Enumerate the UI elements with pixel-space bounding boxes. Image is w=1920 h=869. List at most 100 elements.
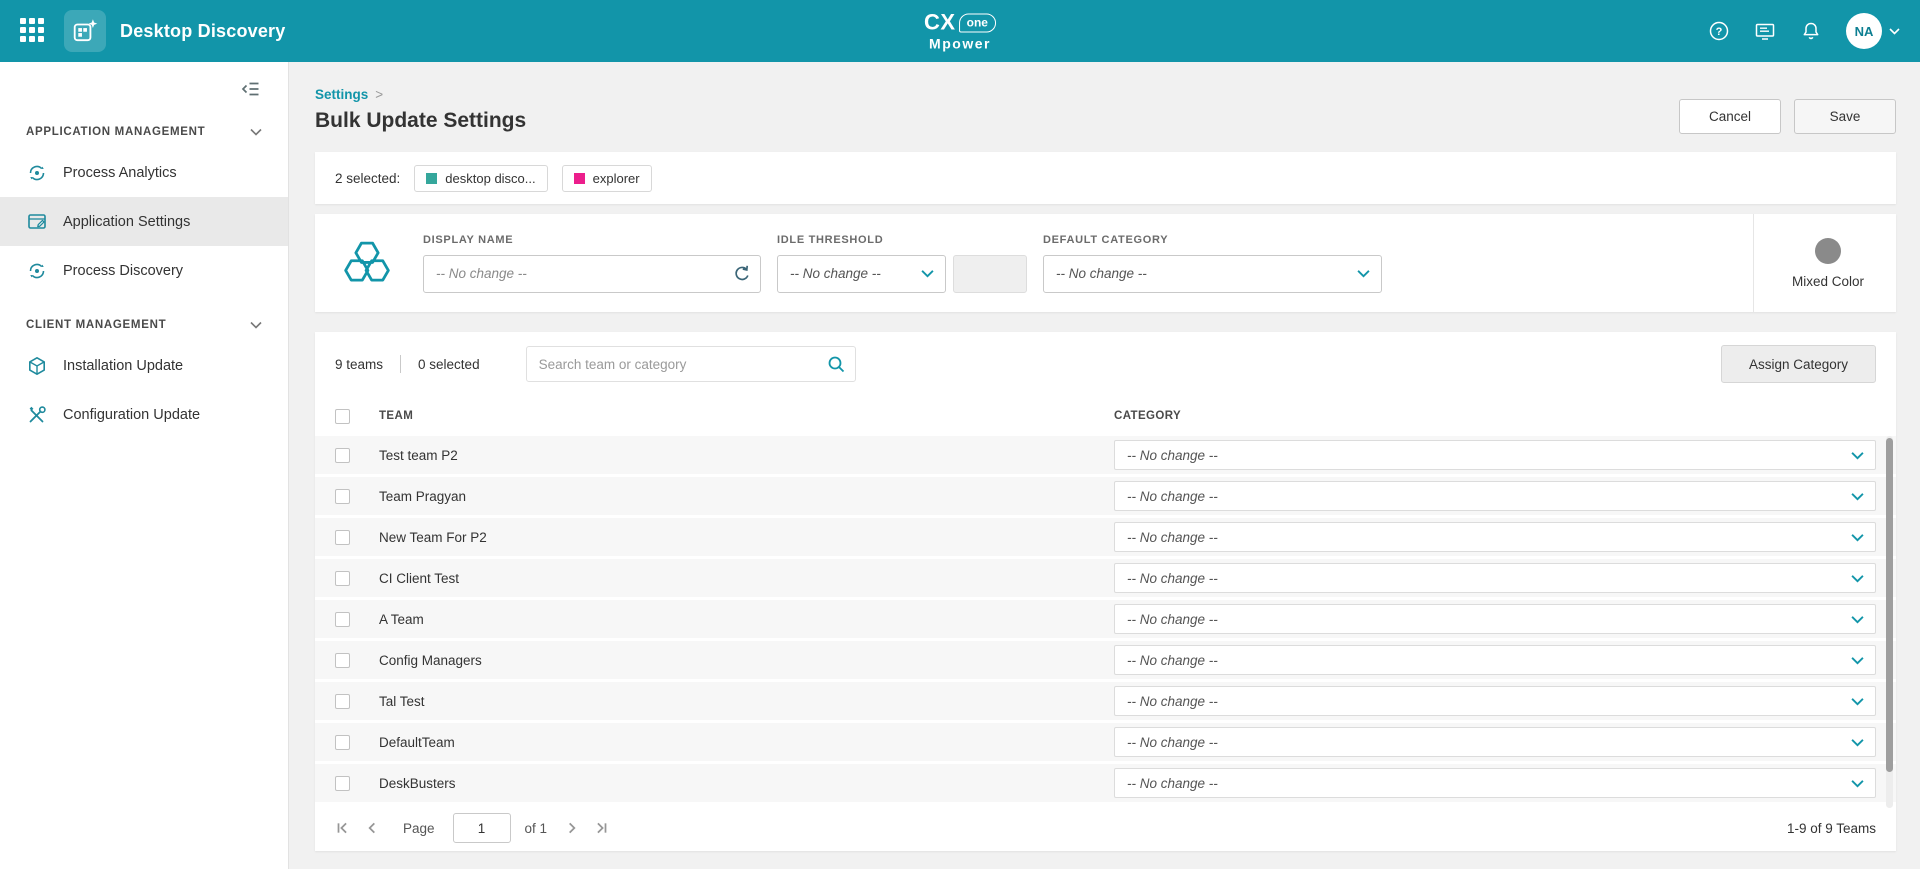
- default-category-label: DEFAULT CATEGORY: [1043, 234, 1382, 246]
- applications-hexagon-icon: [341, 238, 393, 288]
- assign-category-button[interactable]: Assign Category: [1721, 345, 1876, 383]
- app-launcher-icon[interactable]: [20, 18, 46, 44]
- desktop-discovery-logo-icon: [64, 10, 106, 52]
- row-checkbox[interactable]: [335, 489, 350, 504]
- mixed-color-circle-icon[interactable]: [1815, 238, 1841, 264]
- category-dropdown[interactable]: -- No change --: [1114, 686, 1876, 716]
- category-dropdown[interactable]: -- No change --: [1114, 604, 1876, 634]
- team-name: A Team: [379, 612, 1114, 627]
- chevron-down-icon: [1851, 779, 1864, 788]
- page-number-input[interactable]: [453, 813, 511, 843]
- monitor-icon[interactable]: [1754, 20, 1776, 42]
- chevron-down-icon: [1851, 574, 1864, 583]
- column-header-team: TEAM: [379, 410, 1114, 422]
- row-checkbox[interactable]: [335, 448, 350, 463]
- team-name: New Team For P2: [379, 530, 1114, 545]
- selected-count: 0 selected: [418, 357, 480, 372]
- chevron-down-icon: [1851, 492, 1864, 501]
- results-range-label: 1-9 of 9 Teams: [1787, 821, 1876, 836]
- sidebar-item-process-discovery[interactable]: Process Discovery: [0, 246, 288, 295]
- chevron-down-icon: [250, 128, 262, 136]
- display-name-label: DISPLAY NAME: [423, 234, 761, 246]
- sidebar-item-label: Process Discovery: [63, 263, 183, 279]
- default-category-dropdown[interactable]: -- No change --: [1043, 255, 1382, 293]
- sidebar-item-installation-update[interactable]: Installation Update: [0, 341, 288, 390]
- team-name: CI Client Test: [379, 571, 1114, 586]
- sidebar: APPLICATION MANAGEMENT Process Analytics: [0, 62, 289, 869]
- logo-mpower-text: Mpower: [924, 37, 996, 51]
- team-name: DeskBusters: [379, 776, 1114, 791]
- user-menu-chevron-icon: [1889, 28, 1900, 35]
- table-scrollbar-thumb[interactable]: [1886, 438, 1893, 772]
- category-dropdown[interactable]: -- No change --: [1114, 768, 1876, 798]
- chip-label: desktop disco...: [445, 171, 535, 186]
- row-checkbox[interactable]: [335, 776, 350, 791]
- page-of-label: of 1: [525, 821, 548, 836]
- sidebar-item-label: Installation Update: [63, 358, 183, 374]
- category-dropdown[interactable]: -- No change --: [1114, 727, 1876, 757]
- bulk-edit-card: DISPLAY NAME IDLE THRESHOLD -- No chan: [315, 214, 1896, 312]
- help-icon[interactable]: ?: [1708, 20, 1730, 42]
- reset-icon[interactable]: [732, 264, 752, 284]
- chevron-down-icon: [1851, 533, 1864, 542]
- column-header-category: CATEGORY: [1114, 410, 1876, 422]
- row-checkbox[interactable]: [335, 612, 350, 627]
- color-picker[interactable]: Mixed Color: [1753, 214, 1876, 312]
- mixed-color-label: Mixed Color: [1792, 274, 1864, 289]
- section-application-management[interactable]: APPLICATION MANAGEMENT: [0, 102, 288, 148]
- selected-count-label: 2 selected:: [335, 171, 400, 186]
- sidebar-item-configuration-update[interactable]: Configuration Update: [0, 390, 288, 439]
- notifications-bell-icon[interactable]: [1800, 20, 1822, 42]
- chevron-down-icon: [1851, 697, 1864, 706]
- chevron-down-icon: [250, 321, 262, 329]
- row-checkbox[interactable]: [335, 735, 350, 750]
- app-chip-explorer[interactable]: explorer: [562, 165, 652, 192]
- sidebar-item-process-analytics[interactable]: Process Analytics: [0, 148, 288, 197]
- search-input[interactable]: [526, 346, 856, 382]
- row-checkbox[interactable]: [335, 653, 350, 668]
- table-row: DefaultTeam -- No change --: [315, 723, 1896, 761]
- next-page-icon[interactable]: [565, 821, 579, 835]
- category-dropdown[interactable]: -- No change --: [1114, 481, 1876, 511]
- first-page-icon[interactable]: [335, 821, 349, 835]
- sidebar-item-label: Process Analytics: [63, 165, 177, 181]
- select-all-checkbox[interactable]: [335, 409, 350, 424]
- avatar: NA: [1846, 13, 1882, 49]
- section-client-management[interactable]: CLIENT MANAGEMENT: [0, 295, 288, 341]
- table-row: New Team For P2 -- No change --: [315, 518, 1896, 556]
- application-settings-icon: [26, 211, 48, 233]
- user-menu[interactable]: NA: [1846, 13, 1900, 49]
- breadcrumb-settings-link[interactable]: Settings: [315, 87, 368, 102]
- installation-update-icon: [26, 355, 48, 377]
- row-checkbox[interactable]: [335, 571, 350, 586]
- row-checkbox[interactable]: [335, 530, 350, 545]
- app-title: Desktop Discovery: [120, 21, 285, 42]
- breadcrumb-separator: >: [375, 87, 383, 102]
- last-page-icon[interactable]: [595, 821, 609, 835]
- category-dropdown[interactable]: -- No change --: [1114, 440, 1876, 470]
- teams-table: Test team P2 -- No change -- Team Pragya…: [315, 436, 1896, 802]
- category-dropdown[interactable]: -- No change --: [1114, 563, 1876, 593]
- sidebar-item-application-settings[interactable]: Application Settings: [0, 197, 288, 246]
- previous-page-icon[interactable]: [365, 821, 379, 835]
- category-dropdown[interactable]: -- No change --: [1114, 522, 1876, 552]
- table-row: DeskBusters -- No change --: [315, 764, 1896, 802]
- save-button[interactable]: Save: [1794, 99, 1896, 134]
- category-dropdown[interactable]: -- No change --: [1114, 645, 1876, 675]
- section-label: APPLICATION MANAGEMENT: [26, 126, 205, 138]
- row-checkbox[interactable]: [335, 694, 350, 709]
- logo-cx-text: CX: [924, 12, 956, 34]
- team-name: DefaultTeam: [379, 735, 1114, 750]
- chevron-down-icon: [1851, 451, 1864, 460]
- chevron-down-icon: [1851, 738, 1864, 747]
- table-row: A Team -- No change --: [315, 600, 1896, 638]
- cancel-button[interactable]: Cancel: [1679, 99, 1781, 134]
- search-icon[interactable]: [827, 355, 845, 373]
- sidebar-item-label: Application Settings: [63, 214, 190, 230]
- table-row: Test team P2 -- No change --: [315, 436, 1896, 474]
- display-name-input[interactable]: [423, 255, 761, 293]
- sidebar-collapse-icon[interactable]: [240, 78, 262, 100]
- app-chip-desktop-discovery[interactable]: desktop disco...: [414, 165, 547, 192]
- svg-text:?: ?: [1716, 26, 1723, 38]
- idle-threshold-dropdown[interactable]: -- No change --: [777, 255, 946, 293]
